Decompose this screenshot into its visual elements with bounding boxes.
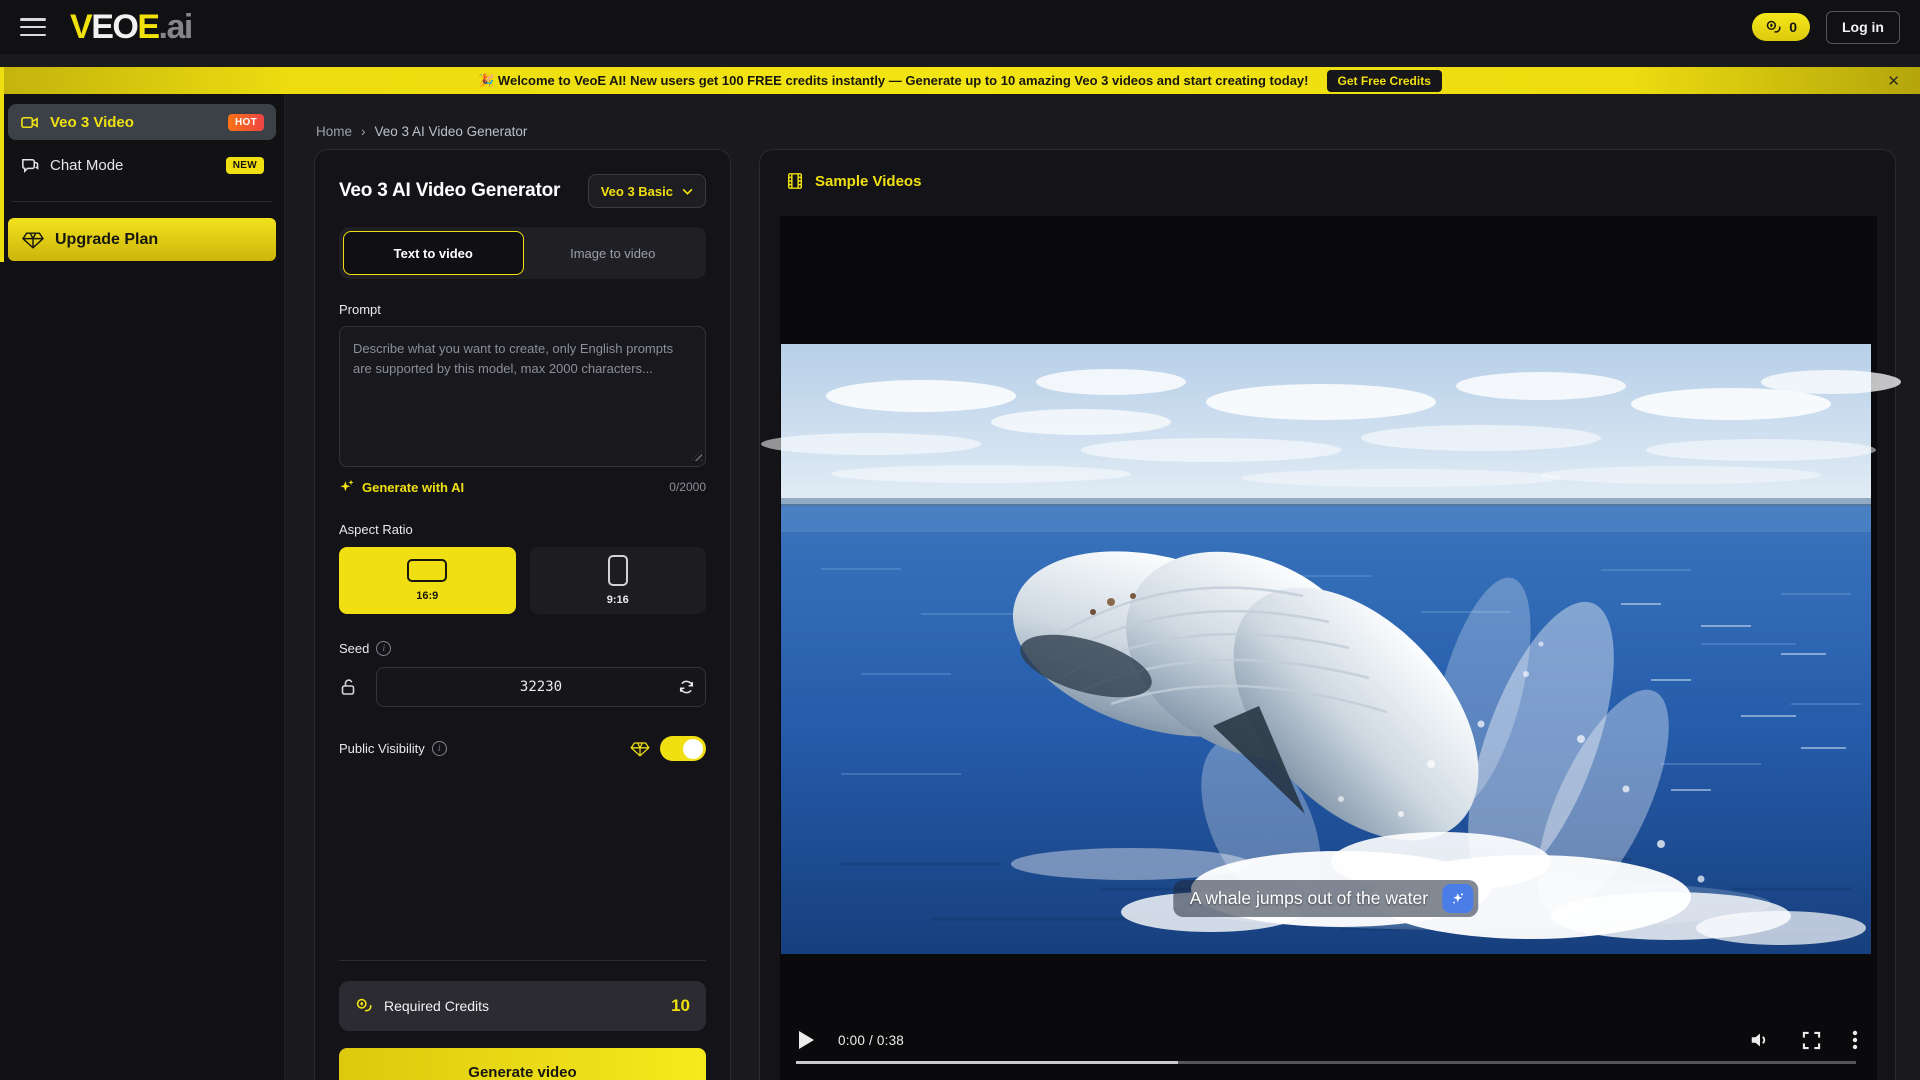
required-credits-label: Required Credits bbox=[384, 998, 489, 1014]
use-prompt-sparkle-button[interactable] bbox=[1442, 884, 1473, 913]
brand-logo[interactable]: VEOE.ai bbox=[70, 10, 192, 44]
video-caption-pill: A whale jumps out of the water bbox=[1173, 880, 1478, 917]
video-progress-buffered bbox=[796, 1061, 1178, 1064]
breadcrumb-home-link[interactable]: Home bbox=[316, 124, 352, 139]
coins-icon bbox=[1765, 19, 1782, 36]
page-title: Veo 3 AI Video Generator bbox=[339, 180, 560, 202]
credits-balance-pill[interactable]: 0 bbox=[1752, 13, 1810, 41]
video-caption-text: A whale jumps out of the water bbox=[1190, 888, 1428, 909]
fullscreen-icon[interactable] bbox=[1802, 1031, 1821, 1050]
coins-icon bbox=[355, 997, 373, 1015]
video-controls: 0:00 / 0:38 bbox=[780, 1022, 1877, 1058]
landscape-ratio-icon bbox=[407, 559, 447, 582]
breadcrumb: Home › Veo 3 AI Video Generator bbox=[316, 124, 527, 139]
breadcrumb-separator: › bbox=[361, 124, 366, 139]
model-select-dropdown[interactable]: Veo 3 Basic bbox=[588, 174, 706, 208]
required-credits-box: Required Credits 10 bbox=[339, 981, 706, 1031]
refresh-seed-icon[interactable] bbox=[678, 679, 695, 696]
generate-with-ai-button[interactable]: Generate with AI bbox=[339, 479, 464, 495]
volume-icon[interactable] bbox=[1749, 1030, 1771, 1050]
aspect-option-label: 9:16 bbox=[607, 594, 629, 606]
aspect-option-label: 16:9 bbox=[416, 590, 438, 602]
aspect-option-16-9[interactable]: 16:9 bbox=[339, 547, 516, 614]
banner-close-icon[interactable]: ✕ bbox=[1887, 67, 1900, 94]
public-visibility-label: Public Visibility bbox=[339, 741, 425, 756]
required-credits-value: 10 bbox=[671, 996, 690, 1016]
model-select-value: Veo 3 Basic bbox=[601, 184, 673, 199]
generate-video-button[interactable]: Generate video bbox=[339, 1048, 706, 1080]
upgrade-plan-label: Upgrade Plan bbox=[55, 231, 158, 249]
promo-banner: 🎉 Welcome to VeoE AI! New users get 100 … bbox=[0, 67, 1920, 94]
generator-panel: Veo 3 AI Video Generator Veo 3 Basic Tex… bbox=[314, 149, 731, 1080]
char-counter: 0/2000 bbox=[669, 480, 706, 494]
chat-bubble-icon bbox=[20, 156, 39, 175]
aspect-option-9-16[interactable]: 9:16 bbox=[530, 547, 707, 614]
upgrade-plan-button[interactable]: Upgrade Plan bbox=[8, 218, 276, 261]
sidebar-item-label: Veo 3 Video bbox=[50, 114, 134, 131]
hamburger-menu-icon[interactable] bbox=[20, 18, 46, 36]
credits-count: 0 bbox=[1789, 19, 1797, 35]
portrait-ratio-icon bbox=[608, 555, 628, 586]
video-timestamp: 0:00 / 0:38 bbox=[838, 1033, 904, 1048]
video-content[interactable] bbox=[781, 344, 1871, 954]
seed-label: Seed bbox=[339, 641, 369, 656]
film-strip-icon bbox=[786, 172, 804, 190]
whale-video-still bbox=[781, 344, 1871, 954]
prompt-label: Prompt bbox=[339, 302, 706, 317]
sample-videos-panel: Sample Videos bbox=[759, 149, 1896, 1080]
aspect-ratio-options: 16:9 9:16 bbox=[339, 547, 706, 614]
hot-badge: HOT bbox=[228, 114, 264, 131]
more-options-icon[interactable] bbox=[1852, 1030, 1858, 1050]
promo-banner-text: 🎉 Welcome to VeoE AI! New users get 100 … bbox=[478, 73, 1308, 89]
gem-icon-small bbox=[631, 741, 649, 757]
seed-info-icon[interactable]: i bbox=[376, 641, 391, 656]
left-accent-strip bbox=[0, 67, 4, 262]
sparkles-icon bbox=[339, 479, 355, 495]
login-button[interactable]: Log in bbox=[1826, 11, 1900, 44]
public-visibility-toggle[interactable] bbox=[660, 736, 706, 761]
top-bar: VEOE.ai 0 Log in bbox=[0, 0, 1920, 54]
sidebar-item-veo3-video[interactable]: Veo 3 Video HOT bbox=[8, 104, 276, 140]
get-free-credits-button[interactable]: Get Free Credits bbox=[1327, 70, 1442, 92]
unlock-icon[interactable] bbox=[339, 677, 359, 697]
mode-tabs: Text to video Image to video bbox=[339, 227, 706, 279]
footer-divider bbox=[339, 960, 706, 961]
visibility-info-icon[interactable]: i bbox=[432, 741, 447, 756]
sidebar-item-chat-mode[interactable]: Chat Mode NEW bbox=[8, 147, 276, 183]
topbar-actions: 0 Log in bbox=[1752, 11, 1900, 44]
veoe-app: VEOE.ai 0 Log in 🎉 Welcome to VeoE AI! N… bbox=[0, 0, 1920, 1080]
generate-with-ai-label: Generate with AI bbox=[362, 480, 464, 495]
aspect-ratio-label: Aspect Ratio bbox=[339, 522, 706, 537]
sample-videos-title: Sample Videos bbox=[815, 173, 921, 190]
sidebar-item-label: Chat Mode bbox=[50, 157, 123, 174]
chevron-down-icon bbox=[682, 188, 693, 195]
tab-image-to-video[interactable]: Image to video bbox=[524, 231, 703, 275]
breadcrumb-current: Veo 3 AI Video Generator bbox=[375, 124, 528, 139]
seed-label-row: Seed i bbox=[339, 641, 706, 656]
video-progress-bar[interactable] bbox=[796, 1061, 1856, 1064]
video-camera-icon bbox=[20, 113, 39, 132]
seed-row bbox=[339, 667, 706, 707]
visibility-label-row: Public Visibility i bbox=[339, 741, 447, 756]
gem-icon bbox=[23, 230, 43, 250]
video-player: A whale jumps out of the water 0:00 / 0:… bbox=[780, 216, 1877, 1080]
seed-input[interactable] bbox=[376, 667, 706, 707]
play-button[interactable] bbox=[799, 1031, 814, 1049]
prompt-input[interactable] bbox=[339, 326, 706, 467]
new-badge: NEW bbox=[226, 157, 264, 174]
tab-text-to-video[interactable]: Text to video bbox=[343, 231, 524, 275]
sidebar: Veo 3 Video HOT Chat Mode NEW Upgrade Pl… bbox=[0, 94, 285, 1080]
toggle-knob bbox=[683, 739, 703, 759]
sidebar-divider bbox=[12, 201, 272, 202]
